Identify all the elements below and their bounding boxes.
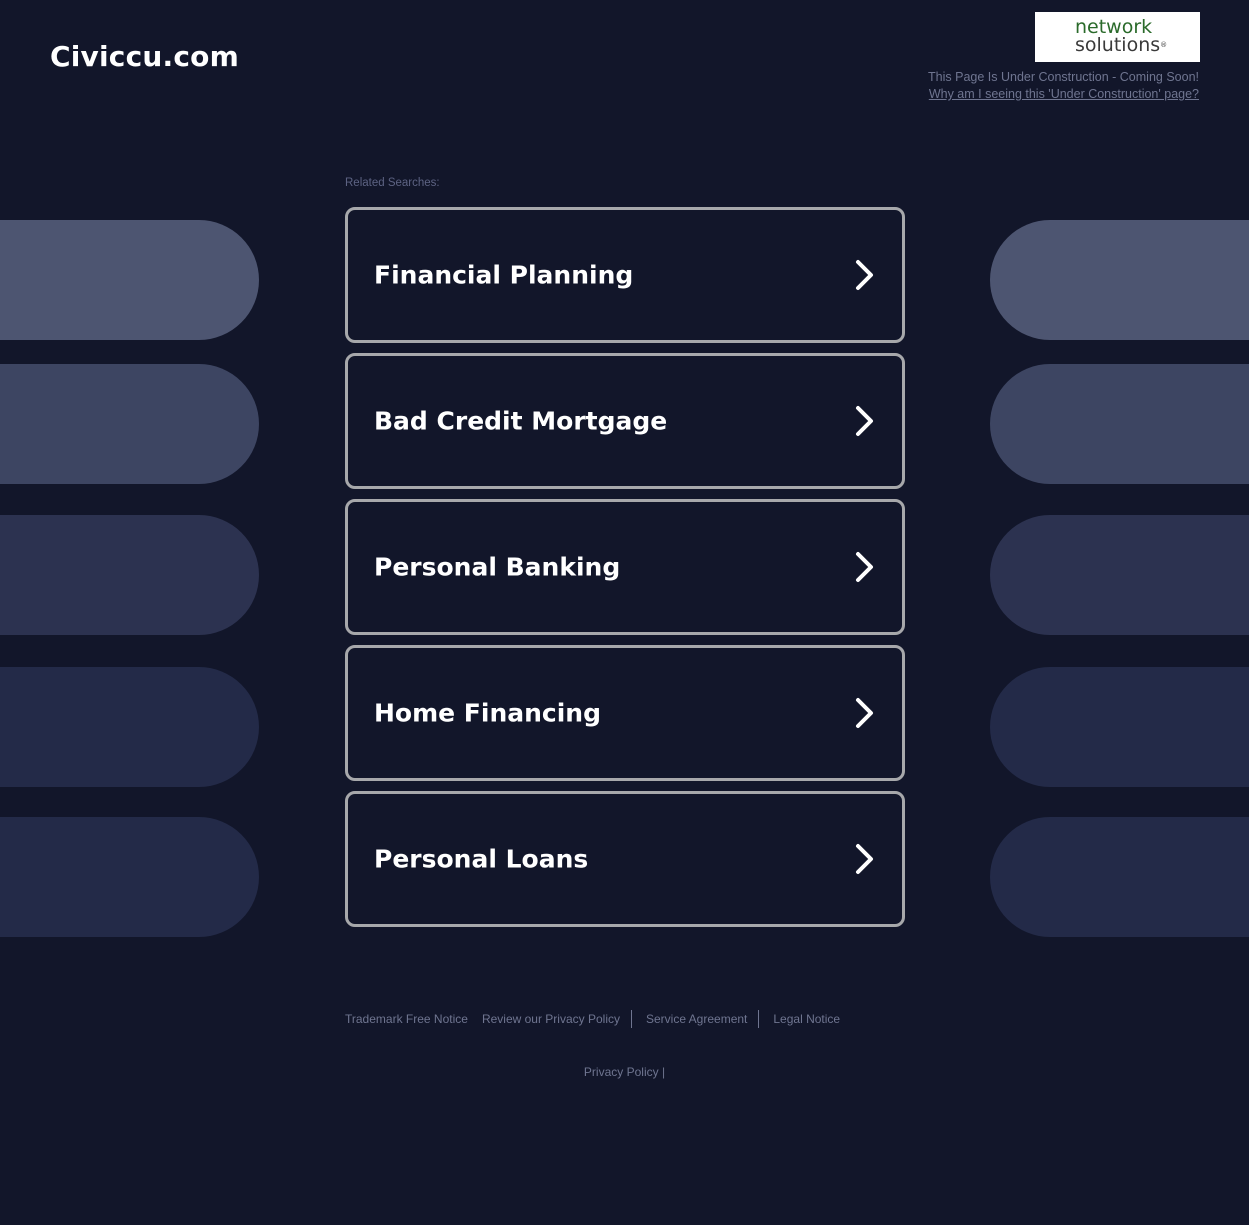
footer-link-legal-notice[interactable]: Legal Notice [773, 1012, 840, 1026]
footer-divider [758, 1010, 760, 1028]
decorative-pill [0, 515, 259, 635]
footer-link-privacy-policy[interactable]: Review our Privacy Policy [482, 1012, 620, 1026]
decorative-pill [0, 364, 259, 484]
decorative-pill [0, 667, 259, 787]
network-solutions-logo[interactable]: network solutions® [1035, 12, 1200, 62]
related-search-label: Personal Loans [374, 844, 589, 874]
footer-links: Trademark Free Notice Review our Privacy… [345, 1010, 840, 1028]
related-search-label: Personal Banking [374, 552, 621, 582]
footer-divider [630, 1010, 632, 1028]
related-search-label: Home Financing [374, 698, 602, 728]
decorative-pill [990, 515, 1249, 635]
related-search-button[interactable]: Financial Planning [345, 207, 905, 343]
why-under-construction-link[interactable]: Why am I seeing this 'Under Construction… [929, 87, 1199, 101]
site-title: Civiccu.com [50, 40, 239, 73]
privacy-policy-footer: Privacy Policy | [0, 1065, 1249, 1079]
footer-link-service-agreement[interactable]: Service Agreement [646, 1012, 747, 1026]
related-search-label: Financial Planning [374, 260, 634, 290]
decorative-pill [0, 817, 259, 937]
related-search-button[interactable]: Bad Credit Mortgage [345, 353, 905, 489]
chevron-right-icon [856, 260, 873, 290]
related-search-label: Bad Credit Mortgage [374, 406, 668, 436]
decorative-pill [990, 220, 1249, 340]
decorative-pill [0, 220, 259, 340]
chevron-right-icon [856, 844, 873, 874]
decorative-pill [990, 667, 1249, 787]
logo-text-line2: solutions® [1075, 36, 1167, 55]
related-search-button[interactable]: Home Financing [345, 645, 905, 781]
footer-link-trademark-free-notice[interactable]: Trademark Free Notice [345, 1012, 468, 1026]
chevron-right-icon [856, 406, 873, 436]
privacy-policy-link[interactable]: Privacy Policy | [584, 1065, 665, 1079]
related-search-button[interactable]: Personal Loans [345, 791, 905, 927]
registered-mark: ® [1160, 41, 1168, 49]
decorative-pill [990, 817, 1249, 937]
decorative-pill [990, 364, 1249, 484]
related-search-button[interactable]: Personal Banking [345, 499, 905, 635]
logo-text-line2-word: solutions [1075, 34, 1161, 56]
page: Civiccu.com network solutions® This Page… [0, 0, 1249, 1225]
chevron-right-icon [856, 698, 873, 728]
chevron-right-icon [856, 552, 873, 582]
related-searches-label: Related Searches: [345, 177, 440, 189]
under-construction-notice: This Page Is Under Construction - Coming… [928, 70, 1199, 84]
